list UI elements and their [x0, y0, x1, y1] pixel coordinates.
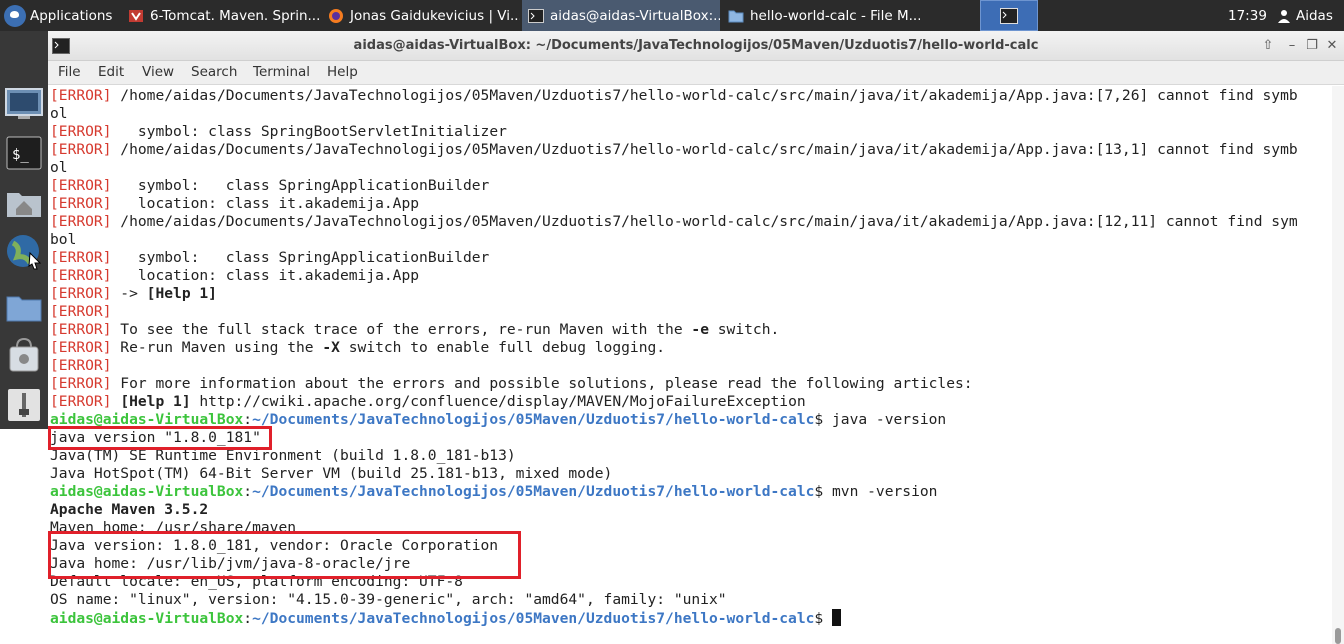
file-manager-icon[interactable]: [4, 287, 44, 327]
minimize-icon[interactable]: –: [1284, 38, 1300, 54]
document-viewer-icon: [129, 9, 143, 22]
terminal-prompt-line: aidas@aidas-VirtualBox:~/Documents/JavaT…: [50, 609, 841, 627]
terminal-line: [ERROR]: [50, 357, 112, 374]
terminal-line: OS name: "linux", version: "4.15.0-39-ge…: [50, 591, 727, 608]
user-name: Aidas: [1296, 7, 1333, 24]
taskbar-item-label: 6-Tomcat. Maven. Sprin...: [150, 7, 320, 24]
svg-text:$_: $_: [12, 147, 29, 163]
terminal-line: [ERROR]: [50, 303, 112, 320]
taskbar-item-label: Jonas Gaidukevicius | Vi...: [350, 7, 520, 24]
terminal-line: [ERROR] symbol: class SpringBootServletI…: [50, 123, 507, 140]
terminal-icon: [1000, 7, 1018, 24]
terminal-line: ol: [50, 105, 68, 122]
window-title: aidas@aidas-VirtualBox: ~/Documents/Java…: [353, 38, 1039, 53]
terminal-icon[interactable]: $_: [4, 133, 44, 173]
menu-edit[interactable]: Edit: [98, 61, 124, 84]
terminal-icon: [528, 8, 544, 23]
shade-icon[interactable]: ⇧: [1260, 38, 1276, 54]
terminal-line: [ERROR] Re-run Maven using the -X switch…: [50, 339, 666, 356]
terminal-prompt-line: aidas@aidas-VirtualBox:~/Documents/JavaT…: [50, 483, 938, 500]
taskbar-item-firefox[interactable]: Jonas Gaidukevicius | Vi...: [322, 0, 520, 31]
terminal-line: Apache Maven 3.5.2: [50, 501, 209, 518]
scrollbar[interactable]: [1332, 86, 1344, 644]
terminal-line: [ERROR] /home/aidas/Documents/JavaTechno…: [50, 141, 1298, 158]
taskbar-item-tomcat[interactable]: 6-Tomcat. Maven. Sprin...: [122, 0, 320, 31]
menu-search[interactable]: Search: [191, 61, 237, 84]
terminal-line: [ERROR] /home/aidas/Documents/JavaTechno…: [50, 213, 1298, 230]
window-titlebar[interactable]: aidas@aidas-VirtualBox: ~/Documents/Java…: [48, 31, 1344, 61]
applications-label: Applications: [30, 7, 113, 24]
highlight-box-java-version: [48, 426, 272, 450]
firefox-icon: [329, 8, 343, 23]
terminal-line: [ERROR] -> [Help 1]: [50, 285, 217, 302]
terminal-line: [ERROR] symbol: class SpringApplicationB…: [50, 249, 490, 266]
terminal-line: ol: [50, 159, 68, 176]
menu-view[interactable]: View: [142, 61, 174, 84]
terminal-line: [ERROR] symbol: class SpringApplicationB…: [50, 177, 490, 194]
close-icon[interactable]: ✕: [1324, 38, 1340, 54]
highlight-box-maven-java: [48, 531, 521, 579]
terminal-line: [ERROR] location: class it.akademija.App: [50, 267, 420, 284]
user-menu[interactable]: Aidas: [1276, 0, 1344, 31]
applications-menu[interactable]: Applications: [4, 0, 120, 31]
scrollbar-thumb[interactable]: [1335, 628, 1341, 644]
menu-terminal[interactable]: Terminal: [253, 61, 310, 84]
terminal-line: [ERROR] To see the full stack trace of t…: [50, 321, 780, 338]
terminal-line: [ERROR] [Help 1] http://cwiki.apache.org…: [50, 393, 806, 410]
top-panel: Applications 6-Tomcat. Maven. Sprin... J…: [0, 0, 1344, 31]
terminal-line: [ERROR] location: class it.akademija.App: [50, 195, 420, 212]
user-icon: [1278, 9, 1290, 23]
menu-bar: File Edit View Search Terminal Help: [48, 61, 1344, 85]
show-desktop-icon[interactable]: [4, 83, 44, 123]
xfce-logo-icon: [4, 4, 26, 27]
menu-help[interactable]: Help: [327, 61, 358, 84]
web-browser-icon[interactable]: [4, 231, 44, 271]
menu-file[interactable]: File: [58, 61, 81, 84]
taskbar-item-file-manager[interactable]: hello-world-calc - File M...: [722, 0, 920, 31]
terminal-line: bol: [50, 231, 77, 248]
folder-icon: [728, 10, 744, 22]
terminal-window: aidas@aidas-VirtualBox: ~/Documents/Java…: [48, 31, 1344, 644]
taskbar-item-label: aidas@aidas-VirtualBox:...: [550, 7, 720, 24]
home-folder-icon[interactable]: [4, 183, 44, 223]
workspace-switcher[interactable]: [980, 0, 1038, 31]
app-finder-icon[interactable]: [4, 335, 44, 375]
terminal-cursor: [832, 609, 841, 626]
taskbar-item-terminal[interactable]: aidas@aidas-VirtualBox:...: [522, 0, 720, 31]
terminal-line: [ERROR] /home/aidas/Documents/JavaTechno…: [50, 87, 1298, 104]
clock[interactable]: 17:39: [1228, 0, 1274, 31]
taskbar-item-label: hello-world-calc - File M...: [750, 7, 920, 24]
dock: $_: [0, 31, 48, 429]
terminal-output[interactable]: [ERROR] /home/aidas/Documents/JavaTechno…: [48, 86, 1332, 644]
terminal-line: Java HotSpot(TM) 64-Bit Server VM (build…: [50, 465, 613, 482]
settings-icon[interactable]: [4, 385, 44, 425]
maximize-icon[interactable]: ❐: [1304, 38, 1320, 54]
terminal-line: [ERROR] For more information about the e…: [50, 375, 973, 392]
